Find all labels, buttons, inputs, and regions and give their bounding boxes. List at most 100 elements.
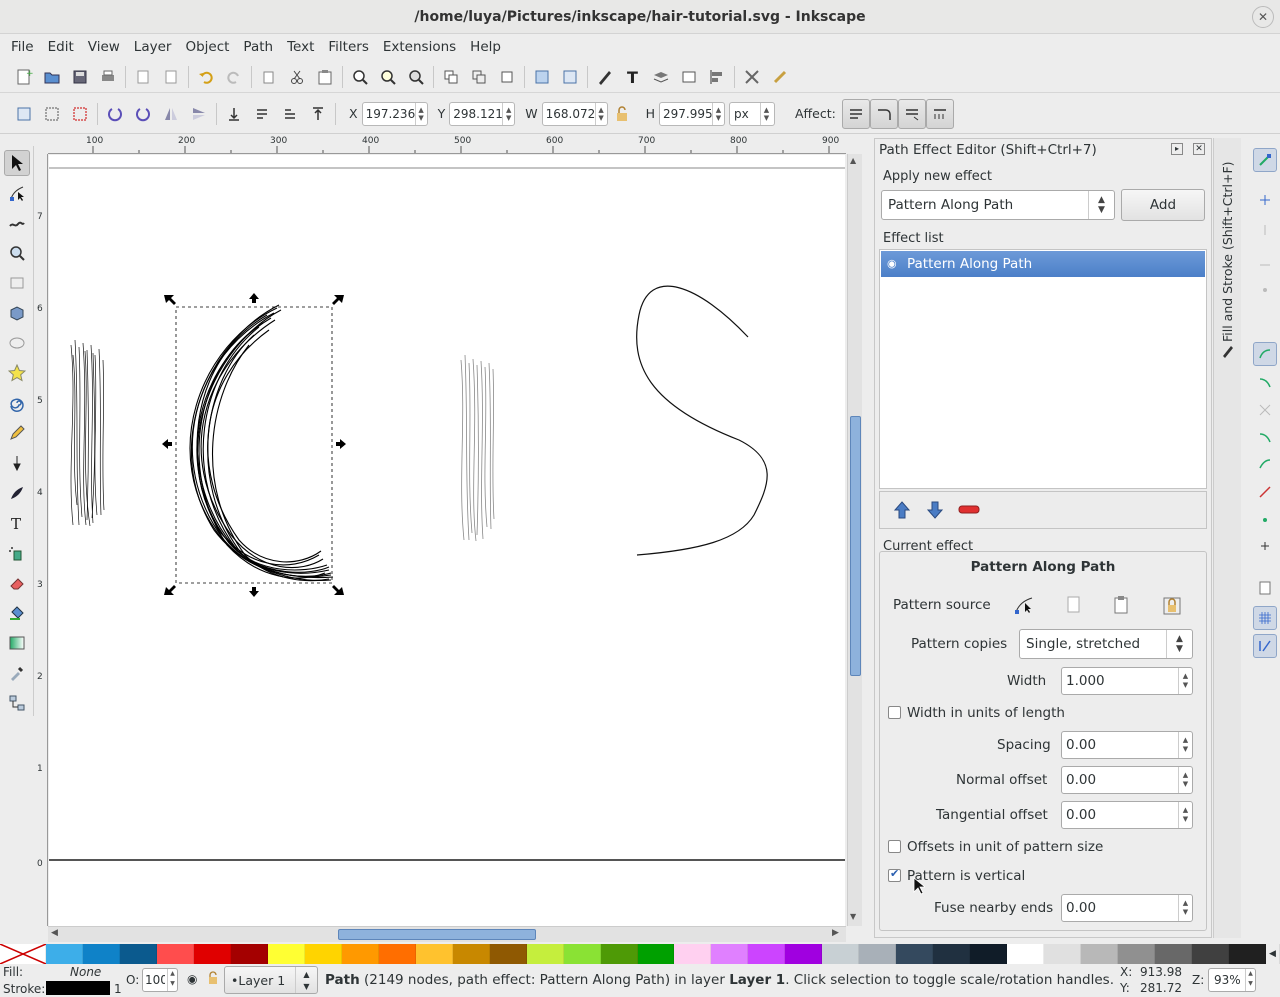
palette-swatch[interactable] <box>933 944 971 964</box>
palette-swatch[interactable] <box>156 944 194 964</box>
snap-intersections-icon[interactable] <box>1253 398 1277 422</box>
menu-layer[interactable]: Layer <box>127 34 179 61</box>
spin-arrows-icon[interactable]: ▲ ▼ <box>1178 767 1192 793</box>
palette-swatch[interactable] <box>674 944 712 964</box>
palette-swatch[interactable] <box>1081 944 1119 964</box>
panel-detach-icon[interactable]: ▸ <box>1171 143 1183 155</box>
zoom-tool-icon[interactable] <box>4 240 30 266</box>
palette-swatch[interactable] <box>1007 944 1045 964</box>
width-units-checkbox[interactable] <box>888 706 901 719</box>
paste-pattern-icon[interactable] <box>1111 594 1133 620</box>
lock-ratio-icon[interactable] <box>608 101 636 127</box>
affect-patterns-button[interactable] <box>925 98 954 129</box>
spacing-value[interactable]: 0.00 <box>1066 737 1096 753</box>
snap-cusp-nodes-icon[interactable] <box>1253 426 1277 450</box>
select-all-icon[interactable] <box>10 101 38 127</box>
eye-visible-icon[interactable]: ◉ <box>887 251 897 277</box>
unit-value[interactable]: px <box>730 103 760 125</box>
no-paint-swatch-icon[interactable] <box>0 944 46 964</box>
y-value[interactable]: 298.121 <box>450 103 502 125</box>
horizontal-scroll-thumb[interactable] <box>338 929 536 940</box>
palette-swatch[interactable] <box>748 944 786 964</box>
spin-arrows-icon[interactable]: ▲ ▼ <box>502 102 514 125</box>
s-curve-path[interactable] <box>636 285 768 556</box>
selected-hair-path[interactable] <box>189 304 334 582</box>
menu-object[interactable]: Object <box>178 34 236 61</box>
remove-effect-icon[interactable] <box>958 504 980 520</box>
rotate-cw-icon[interactable] <box>129 101 157 127</box>
move-down-arrow-icon[interactable] <box>925 500 945 524</box>
effect-type-select[interactable]: Pattern Along Path ▲ ▼ <box>881 190 1115 220</box>
align-distribute-icon[interactable] <box>703 64 731 90</box>
palette-swatch[interactable] <box>1192 944 1229 964</box>
normal-offset-value[interactable]: 0.00 <box>1066 772 1096 788</box>
chevron-updown-icon[interactable]: ▲ ▼ <box>295 967 317 993</box>
calligraphy-tool-icon[interactable] <box>4 480 30 506</box>
snap-object-centers-icon[interactable] <box>1253 508 1277 532</box>
palette-swatch[interactable] <box>341 944 379 964</box>
spiral-tool-icon[interactable] <box>4 390 30 416</box>
zoom-page-icon[interactable] <box>402 64 430 90</box>
menu-edit[interactable]: Edit <box>41 34 81 61</box>
hair-pattern-object[interactable] <box>70 339 105 527</box>
pattern-copies-select[interactable]: Single, stretched ▲ ▼ <box>1019 629 1193 659</box>
scroll-right-arrow-icon[interactable]: ▶ <box>832 928 839 938</box>
window-close-icon[interactable]: ✕ <box>1252 6 1274 28</box>
undo-icon[interactable] <box>192 64 220 90</box>
tangential-offset-input[interactable]: 0.00 ▲ ▼ <box>1061 801 1193 829</box>
cut-icon[interactable] <box>283 64 311 90</box>
snap-bbox-midpoint-icon[interactable] <box>1253 278 1277 302</box>
menu-help[interactable]: Help <box>463 34 508 61</box>
flip-vertical-icon[interactable] <box>185 101 213 127</box>
offsets-unit-checkbox[interactable] <box>888 840 901 853</box>
scroll-down-arrow-icon[interactable]: ▼ <box>850 912 856 921</box>
palette-swatch[interactable] <box>600 944 638 964</box>
palette-swatch[interactable] <box>378 944 416 964</box>
redo-icon[interactable] <box>220 64 248 90</box>
drawing-canvas[interactable] <box>49 155 845 926</box>
stroke-width-value[interactable]: 1 <box>114 982 122 996</box>
flip-horizontal-icon[interactable] <box>157 101 185 127</box>
x-value[interactable]: 197.236 <box>363 103 415 125</box>
ellipse-tool-icon[interactable] <box>4 330 30 356</box>
affect-rounded-corners-button[interactable] <box>869 98 898 129</box>
unit-select[interactable]: px ▲ ▼ <box>729 101 775 126</box>
fill-value[interactable]: None <box>70 965 101 979</box>
deselect-icon[interactable] <box>66 101 94 127</box>
document-properties-icon[interactable] <box>766 64 794 90</box>
export-icon[interactable] <box>157 64 185 90</box>
paint-bucket-tool-icon[interactable] <box>4 600 30 626</box>
affect-gradients-button[interactable] <box>897 98 926 129</box>
fuse-value[interactable]: 0.00 <box>1066 900 1096 916</box>
edit-on-canvas-icon[interactable] <box>1013 594 1035 620</box>
palette-swatch[interactable] <box>637 944 675 964</box>
unlink-clone-icon[interactable] <box>493 64 521 90</box>
snap-bbox-corner-icon[interactable] <box>1253 248 1277 272</box>
snap-bbox-edge-icon[interactable] <box>1253 218 1277 242</box>
layers-icon[interactable] <box>647 64 675 90</box>
spin-arrows-icon[interactable]: ▲ ▼ <box>1178 732 1192 758</box>
zoom-selection-icon[interactable] <box>346 64 374 90</box>
preferences-icon[interactable] <box>738 64 766 90</box>
star-tool-icon[interactable] <box>4 360 30 386</box>
raise-icon[interactable] <box>276 101 304 127</box>
spin-arrows-icon[interactable]: ▲ ▼ <box>1178 895 1192 921</box>
width-value[interactable]: 1.000 <box>1066 673 1105 689</box>
lower-icon[interactable] <box>248 101 276 127</box>
palette-swatch[interactable] <box>304 944 342 964</box>
palette-swatch[interactable] <box>896 944 934 964</box>
palette-swatch[interactable] <box>970 944 1008 964</box>
zoom-spinbox[interactable]: 93% ▲ ▼ <box>1208 968 1256 992</box>
menu-path[interactable]: Path <box>236 34 280 61</box>
layer-select[interactable]: •Layer 1 ▲ ▼ <box>224 966 318 994</box>
tangential-offset-value[interactable]: 0.00 <box>1066 807 1096 823</box>
zoom-drawing-icon[interactable] <box>374 64 402 90</box>
group-icon[interactable] <box>528 64 556 90</box>
palette-swatch[interactable] <box>526 944 564 964</box>
h-spinbox[interactable]: 297.995 ▲ ▼ <box>659 101 725 126</box>
new-document-icon[interactable]: + <box>10 64 38 90</box>
duplicate-icon[interactable] <box>437 64 465 90</box>
zoom-value[interactable]: 93% <box>1214 973 1241 987</box>
rectangle-tool-icon[interactable] <box>4 270 30 296</box>
width-input[interactable]: 1.000 ▲ ▼ <box>1061 667 1193 695</box>
